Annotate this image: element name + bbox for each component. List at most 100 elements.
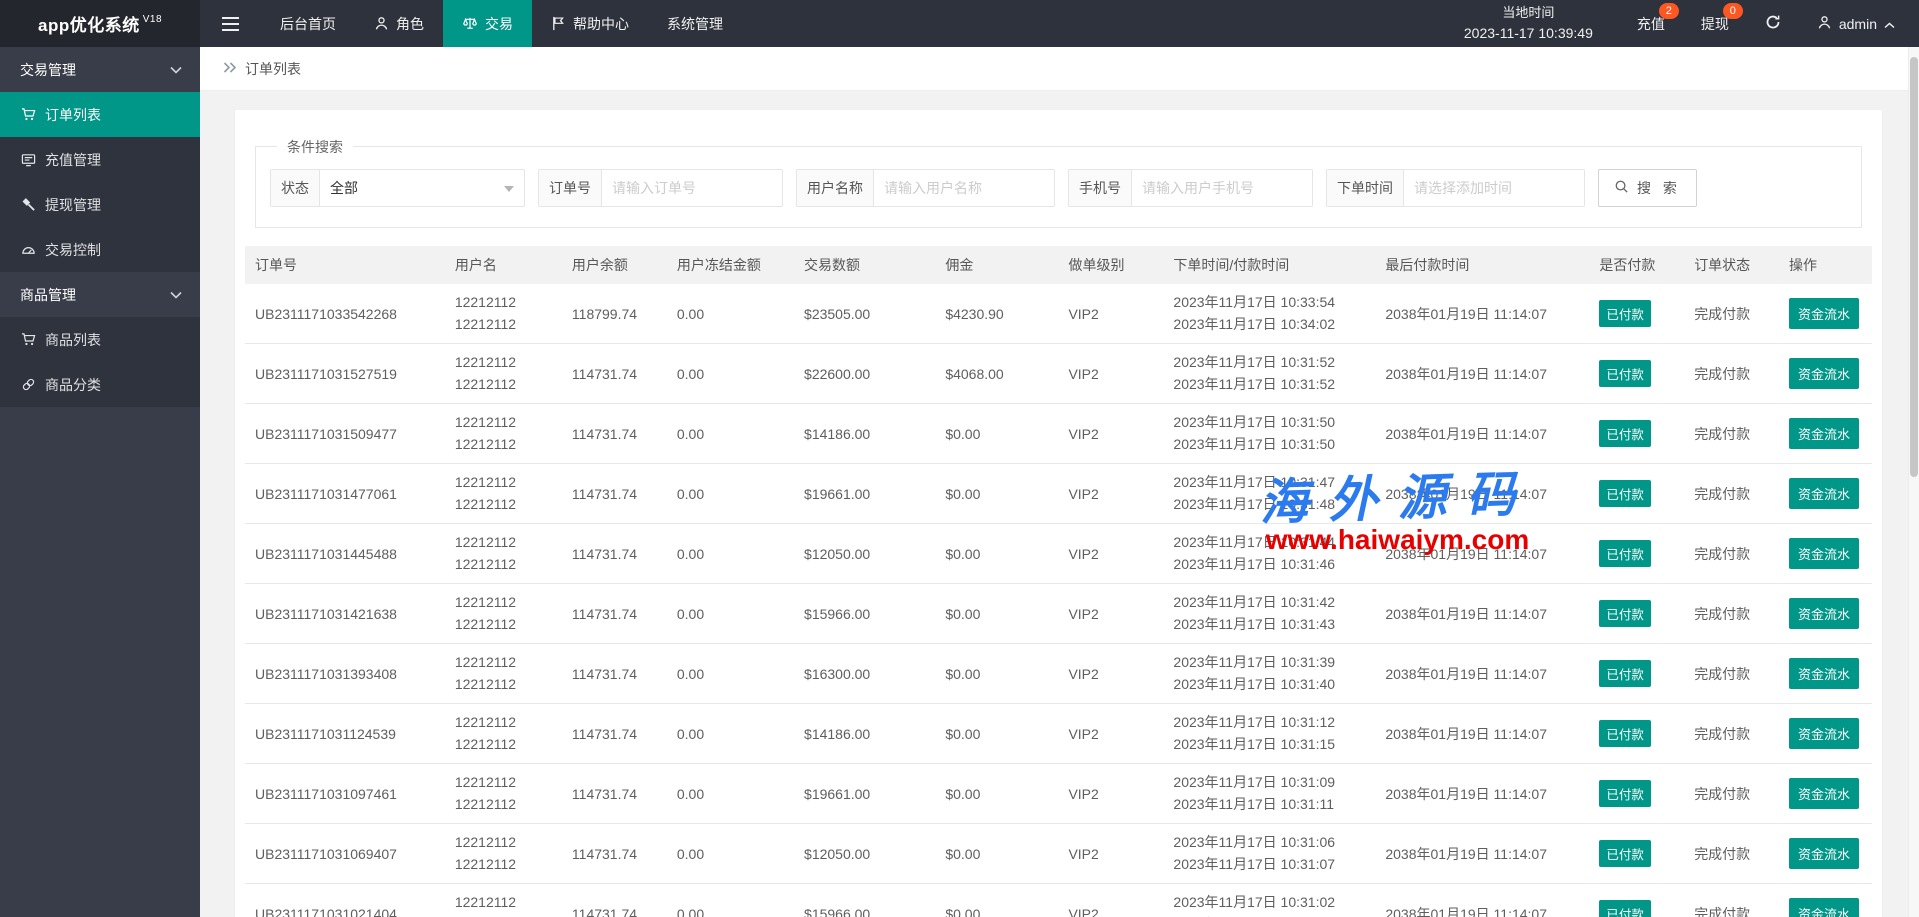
cell-username: 1221211212212112	[445, 284, 562, 344]
nav-item-system[interactable]: 系统管理	[648, 0, 742, 47]
paid-badge: 已付款	[1599, 420, 1651, 447]
sidebar-group-trade-management[interactable]: 交易管理	[0, 47, 200, 92]
sidebar-toggle-button[interactable]	[200, 0, 261, 47]
fund-flow-button[interactable]: 资金流水	[1789, 358, 1859, 389]
status-select-value: 全部	[330, 178, 358, 198]
cell-level: VIP2	[1058, 644, 1163, 704]
content-card: 条件搜索 状态 全部 订单号 用户名称	[235, 110, 1882, 917]
order-no-input[interactable]	[602, 170, 782, 206]
cell-balance: 114731.74	[562, 704, 667, 764]
cell-status: 完成付款	[1684, 884, 1779, 917]
table-row: UB2311171031527519 1221211212212112 1147…	[245, 344, 1872, 404]
fund-flow-button[interactable]: 资金流水	[1789, 598, 1859, 629]
withdraw-button[interactable]: 提现 0	[1683, 0, 1747, 47]
table-header: 订单号 用户名 用户余额 用户冻结金额 交易数额 佣金 做单级别 下单时间/付款…	[245, 246, 1872, 284]
cell-username: 1221211212212112	[445, 584, 562, 644]
col-commission: 佣金	[935, 246, 1058, 284]
paid-badge: 已付款	[1599, 300, 1651, 327]
cell-balance: 114731.74	[562, 644, 667, 704]
fund-flow-button[interactable]: 资金流水	[1789, 778, 1859, 809]
cell-last-pay-time: 2038年01月19日 11:14:07	[1375, 344, 1589, 404]
user-menu[interactable]: admin	[1799, 0, 1919, 47]
col-order-no: 订单号	[245, 246, 445, 284]
paid-badge: 已付款	[1599, 600, 1651, 627]
status-select[interactable]: 全部	[320, 170, 524, 206]
table-row: UB2311171031069407 1221211212212112 1147…	[245, 824, 1872, 884]
sidebar-item-withdraw-management[interactable]: 提现管理	[0, 182, 200, 227]
recharge-button[interactable]: 充值 2	[1619, 0, 1683, 47]
nav-item-home[interactable]: 后台首页	[261, 0, 355, 47]
phone-input[interactable]	[1132, 170, 1312, 206]
vertical-scrollbar[interactable]	[1908, 47, 1919, 917]
cell-username: 1221211212212112	[445, 764, 562, 824]
cell-order-time: 2023年11月17日 10:31:092023年11月17日 10:31:11	[1163, 764, 1375, 824]
cell-order-no: UB2311171031477061	[245, 464, 445, 524]
cell-balance: 114731.74	[562, 884, 667, 917]
fund-flow-button[interactable]: 资金流水	[1789, 898, 1859, 917]
cell-frozen: 0.00	[667, 344, 794, 404]
cell-order-no: UB2311171031097461	[245, 764, 445, 824]
cell-order-time: 2023年11月17日 10:31:022023年11月17日 10:31:03	[1163, 884, 1375, 917]
sidebar-item-product-category[interactable]: 商品分类	[0, 362, 200, 407]
fund-flow-button[interactable]: 资金流水	[1789, 658, 1859, 689]
cell-order-time: 2023年11月17日 10:31:502023年11月17日 10:31:50	[1163, 404, 1375, 464]
sidebar-item-product-list[interactable]: 商品列表	[0, 317, 200, 362]
cell-status: 完成付款	[1684, 344, 1779, 404]
fund-flow-button[interactable]: 资金流水	[1789, 298, 1859, 329]
cell-paid: 已付款	[1589, 704, 1684, 764]
sidebar: 交易管理 订单列表 充值管理 提现管理 交易控制 商品管理 商品列表	[0, 47, 200, 917]
refresh-button[interactable]	[1747, 0, 1799, 47]
gauge-icon	[21, 242, 36, 257]
app-logo-text: app优化系统	[38, 11, 140, 36]
table-row: UB2311171031393408 1221211212212112 1147…	[245, 644, 1872, 704]
cell-frozen: 0.00	[667, 584, 794, 644]
cell-username: 1221211212212112	[445, 524, 562, 584]
nav-item-help[interactable]: 帮助中心	[532, 0, 648, 47]
cell-username: 1221211212212112	[445, 884, 562, 917]
search-button[interactable]: 搜 索	[1598, 169, 1697, 207]
app-screen: app优化系统V18 后台首页 角色 交易 帮助中心	[0, 0, 1919, 917]
cell-balance: 114731.74	[562, 464, 667, 524]
local-time-label: 当地时间	[1502, 3, 1554, 23]
scrollbar-thumb[interactable]	[1910, 57, 1918, 477]
cell-username: 1221211212212112	[445, 344, 562, 404]
fund-flow-button[interactable]: 资金流水	[1789, 418, 1859, 449]
sidebar-item-recharge-management[interactable]: 充值管理	[0, 137, 200, 182]
cell-paid: 已付款	[1589, 524, 1684, 584]
col-last-pay-time: 最后付款时间	[1375, 246, 1589, 284]
filter-row: 状态 全部 订单号 用户名称 手机	[270, 169, 1847, 207]
cell-amount: $19661.00	[794, 464, 935, 524]
sidebar-item-trade-control[interactable]: 交易控制	[0, 227, 200, 272]
cell-order-time: 2023年11月17日 10:33:542023年11月17日 10:34:02	[1163, 284, 1375, 344]
order-time-input[interactable]	[1404, 170, 1584, 206]
cell-amount: $12050.00	[794, 824, 935, 884]
nav-item-roles[interactable]: 角色	[355, 0, 443, 47]
fund-flow-button[interactable]: 资金流水	[1789, 718, 1859, 749]
cell-order-time: 2023年11月17日 10:31:422023年11月17日 10:31:43	[1163, 584, 1375, 644]
paid-badge: 已付款	[1599, 900, 1651, 917]
cell-level: VIP2	[1058, 464, 1163, 524]
cell-actions: 资金流水	[1779, 584, 1872, 644]
fund-flow-button[interactable]: 资金流水	[1789, 538, 1859, 569]
cell-last-pay-time: 2038年01月19日 11:14:07	[1375, 704, 1589, 764]
table-row: UB2311171033542268 1221211212212112 1187…	[245, 284, 1872, 344]
recharge-count-badge: 2	[1659, 3, 1679, 19]
cell-username: 1221211212212112	[445, 704, 562, 764]
cell-amount: $22600.00	[794, 344, 935, 404]
username-filter-group: 用户名称	[796, 169, 1055, 207]
cell-level: VIP2	[1058, 344, 1163, 404]
filter-legend: 条件搜索	[277, 137, 353, 157]
cell-commission: $0.00	[935, 584, 1058, 644]
cell-actions: 资金流水	[1779, 464, 1872, 524]
cell-order-no: UB2311171031124539	[245, 704, 445, 764]
fund-flow-button[interactable]: 资金流水	[1789, 478, 1859, 509]
sidebar-group-product-management[interactable]: 商品管理	[0, 272, 200, 317]
cell-username: 1221211212212112	[445, 644, 562, 704]
fund-flow-button[interactable]: 资金流水	[1789, 838, 1859, 869]
cell-status: 完成付款	[1684, 764, 1779, 824]
cell-actions: 资金流水	[1779, 344, 1872, 404]
cell-order-no: UB2311171031527519	[245, 344, 445, 404]
nav-item-trade[interactable]: 交易	[443, 0, 532, 47]
sidebar-item-order-list[interactable]: 订单列表	[0, 92, 200, 137]
username-input[interactable]	[874, 170, 1054, 206]
